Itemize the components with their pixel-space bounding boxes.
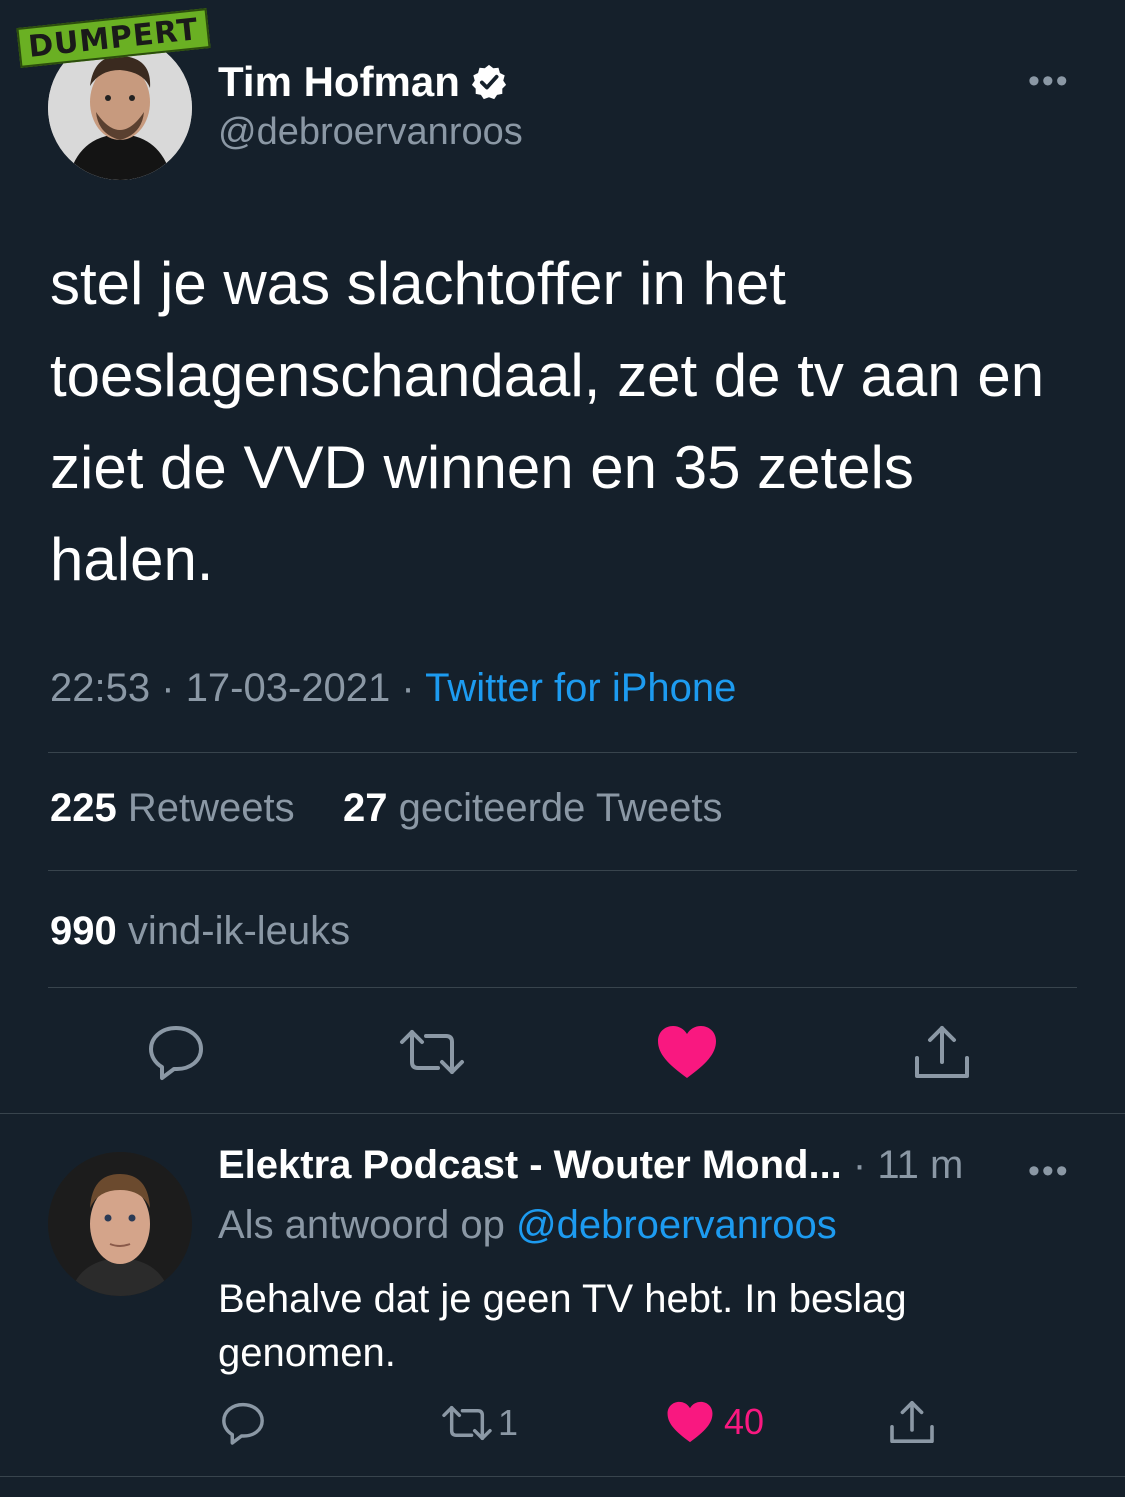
reply-more-options-icon[interactable]: ••• [1028, 1152, 1070, 1191]
retweets-stat[interactable]: 225 Retweets [50, 786, 295, 831]
tweet-time: 22:53 [50, 666, 151, 710]
reply-retweet-count: 1 [498, 1402, 519, 1443]
like-button[interactable] [656, 1024, 718, 1080]
reply-author-avatar[interactable] [48, 1152, 192, 1296]
share-icon [890, 1401, 934, 1443]
quotes-stat[interactable]: 27 geciteerde Tweets [343, 786, 723, 831]
tweet-meta: 22:53 · 17-03-2021 · Twitter for iPhone [50, 666, 736, 711]
likes-count: 990 [50, 909, 117, 953]
reply-header: Elektra Podcast - Wouter Mond... · 11 m [218, 1143, 963, 1188]
retweet-icon [442, 1405, 492, 1441]
reply-to-mention[interactable]: @debroervanroos [516, 1203, 837, 1247]
reply-timestamp[interactable]: · 11 m [853, 1143, 963, 1187]
reply-share-button[interactable] [888, 1398, 936, 1446]
reply-author-photo [48, 1152, 192, 1296]
reply-button[interactable] [146, 1022, 206, 1082]
tweet-source-link[interactable]: Twitter for iPhone [425, 666, 736, 710]
meta-separator: · [401, 666, 415, 710]
reply-text: Behalve dat je geen TV hebt. In beslag g… [218, 1277, 907, 1375]
reply-reply-button[interactable] [220, 1400, 266, 1446]
likes-label: vind-ik-leuks [127, 909, 351, 953]
heart-icon [667, 1401, 713, 1443]
share-button[interactable] [912, 1022, 972, 1082]
meta-separator: · [161, 666, 175, 710]
likes-stat[interactable]: 990 vind-ik-leuks [50, 909, 350, 954]
quotes-count: 27 [343, 786, 388, 830]
tweet-date: 17-03-2021 [185, 666, 391, 710]
reply-icon [222, 1402, 264, 1445]
author-name-row[interactable]: Tim Hofman [218, 58, 508, 106]
divider [0, 1476, 1125, 1477]
reply-like-count: 40 [724, 1401, 765, 1442]
share-icon [915, 1026, 969, 1078]
reply-to-label: Als antwoord op [218, 1203, 505, 1247]
retweet-button[interactable] [398, 1022, 466, 1082]
reply-author-name[interactable]: Elektra Podcast - Wouter Mond... [218, 1143, 842, 1187]
divider [48, 987, 1077, 988]
retweets-label: Retweets [127, 786, 295, 830]
retweet-icon [400, 1030, 464, 1074]
author-name[interactable]: Tim Hofman [218, 58, 460, 106]
reply-retweet-button[interactable]: 1 [440, 1400, 518, 1446]
heart-icon [658, 1026, 716, 1078]
author-handle[interactable]: @debroervanroos [218, 111, 523, 154]
divider [48, 752, 1077, 753]
reply-like-button[interactable]: 40 [666, 1400, 764, 1444]
tweet-text: stel je was slachtoffer in het toeslagen… [50, 250, 1045, 593]
verified-badge-icon [471, 64, 507, 100]
more-options-icon[interactable]: ••• [1028, 62, 1070, 101]
reply-icon [149, 1026, 203, 1080]
quotes-label: geciteerde Tweets [398, 786, 723, 830]
divider [48, 870, 1077, 871]
divider [0, 1113, 1125, 1114]
reply-to-line: Als antwoord op @debroervanroos [218, 1203, 837, 1248]
retweets-count: 225 [50, 786, 117, 830]
